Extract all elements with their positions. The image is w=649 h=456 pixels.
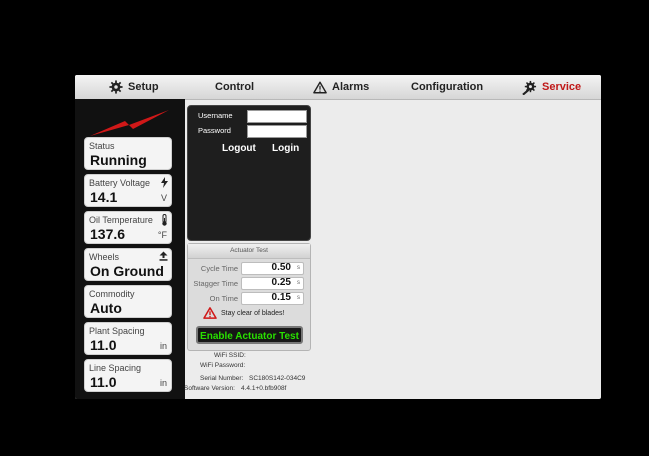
tab-control[interactable]: Control (215, 75, 254, 99)
oil-temperature-card: Oil Temperature 137.6 °F (84, 211, 172, 244)
thermometer-icon (162, 214, 167, 226)
cycle-time-unit: s (297, 265, 300, 271)
on-time-label: On Time (209, 294, 238, 303)
stagger-time-field[interactable]: 0.25 s (241, 277, 304, 290)
password-label: Password (198, 126, 231, 135)
oil-temperature-value: 137.6 (90, 226, 126, 242)
warning-icon (203, 307, 217, 319)
tab-service[interactable]: Service (522, 75, 581, 99)
line-spacing-card[interactable]: Line Spacing 11.0 in (84, 359, 172, 392)
plant-spacing-card[interactable]: Plant Spacing 11.0 in (84, 322, 172, 355)
lightning-icon (161, 177, 168, 188)
serial-number-label: Serial Number: (200, 375, 244, 382)
tab-alarms[interactable]: Alarms (313, 75, 369, 99)
software-version-label: Software Version: (184, 385, 235, 392)
software-version-value: 4.4.1+0.bfb908f (241, 385, 287, 392)
login-button[interactable]: Login (272, 143, 299, 154)
wheels-value: On Ground (90, 263, 164, 279)
tab-service-label: Service (542, 81, 582, 93)
commodity-value: Auto (90, 300, 122, 316)
tab-configuration-label: Configuration (411, 81, 484, 93)
blade-warning-text: Stay clear of blades! (221, 309, 285, 317)
blade-warning: Stay clear of blades! (203, 307, 284, 319)
line-spacing-label: Line Spacing (89, 363, 142, 373)
top-nav: Setup Control Alarms Configuration Servi… (75, 75, 601, 100)
oil-temperature-label: Oil Temperature (89, 215, 153, 225)
app-screen: Setup Control Alarms Configuration Servi… (75, 75, 601, 399)
actuator-test-title: Actuator Test (188, 244, 310, 259)
battery-voltage-value: 14.1 (90, 189, 118, 205)
wifi-password-label: WiFi Password: (200, 362, 246, 369)
battery-voltage-label: Battery Voltage (89, 178, 151, 188)
on-time-field[interactable]: 0.15 s (241, 292, 304, 305)
tab-configuration[interactable]: Configuration (411, 75, 483, 99)
tab-control-label: Control (215, 81, 255, 93)
commodity-card: Commodity Auto (84, 285, 172, 318)
line-spacing-value: 11.0 (90, 374, 117, 390)
enable-actuator-test-button[interactable]: Enable Actuator Test (196, 326, 303, 344)
upload-arrow-icon (159, 251, 168, 261)
login-panel: Username Password Logout Login (187, 105, 311, 241)
username-label: Username (198, 111, 233, 120)
wifi-ssid-label: WiFi SSID: (214, 352, 246, 359)
stagger-time-label: Stagger Time (193, 279, 238, 288)
status-value: Running (90, 152, 147, 168)
stagger-time-value: 0.25 (271, 277, 291, 288)
status-card: Status Running (84, 137, 172, 170)
actuator-test-panel: Actuator Test Cycle Time 0.50 s Stagger … (187, 243, 311, 351)
tools-gear-icon (522, 80, 537, 95)
plant-spacing-unit: in (159, 341, 167, 351)
status-label: Status (89, 141, 115, 151)
on-time-unit: s (297, 295, 300, 301)
plant-spacing-value: 11.0 (90, 337, 117, 353)
gear-icon (109, 80, 123, 94)
battery-voltage-unit: V (160, 193, 167, 203)
wheels-label: Wheels (89, 252, 120, 262)
cycle-time-label: Cycle Time (200, 264, 238, 273)
battery-voltage-card: Battery Voltage 14.1 V (84, 174, 172, 207)
tab-setup[interactable]: Setup (109, 75, 159, 99)
tab-alarms-label: Alarms (332, 81, 370, 93)
warning-icon (313, 81, 327, 93)
cycle-time-field[interactable]: 0.50 s (241, 262, 304, 275)
cycle-time-value: 0.50 (271, 262, 291, 273)
serial-number-value: SC180S142-034C9 (249, 375, 306, 382)
line-spacing-unit: in (159, 378, 167, 388)
username-field[interactable] (247, 110, 307, 123)
logout-button[interactable]: Logout (222, 143, 256, 154)
password-field[interactable] (247, 125, 307, 138)
commodity-label: Commodity (89, 289, 135, 299)
wheels-card: Wheels On Ground (84, 248, 172, 281)
tab-setup-label: Setup (128, 81, 159, 93)
oil-temperature-unit: °F (157, 230, 167, 240)
plant-spacing-label: Plant Spacing (89, 326, 145, 336)
stagger-time-unit: s (297, 280, 300, 286)
sidebar: Status Running Battery Voltage 14.1 V Oi… (75, 99, 185, 399)
lightning-logo (90, 110, 169, 136)
on-time-value: 0.15 (271, 292, 291, 303)
